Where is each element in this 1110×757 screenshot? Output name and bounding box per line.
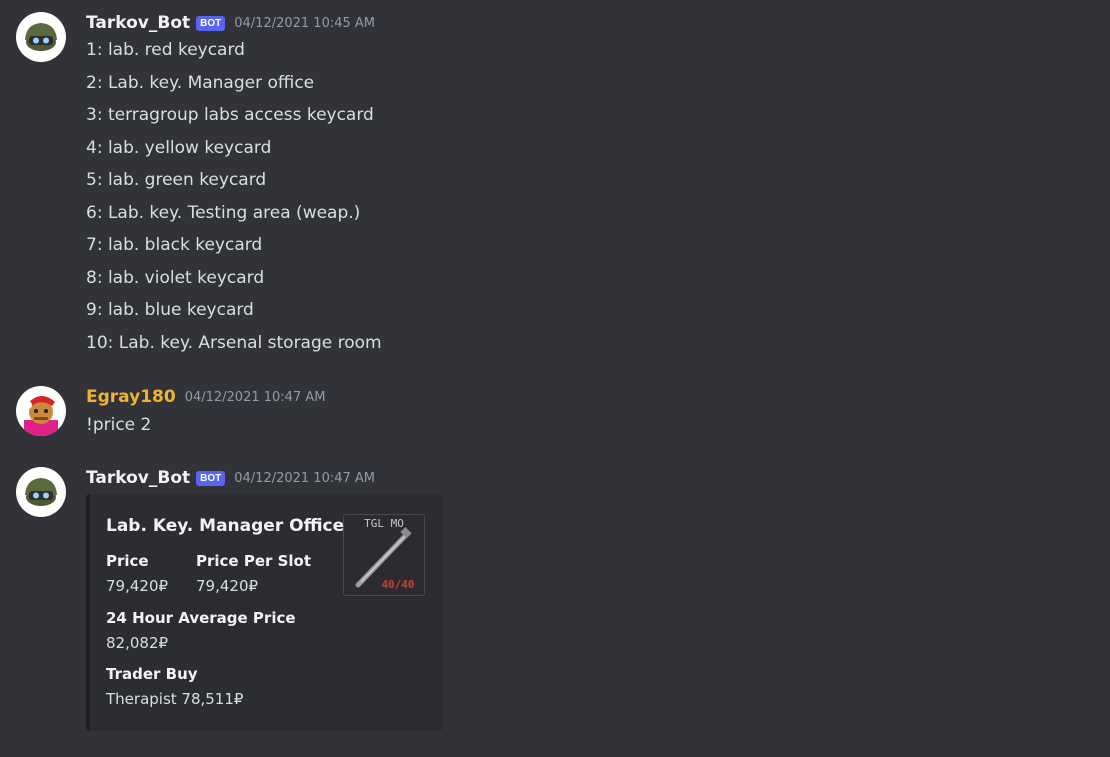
message-header: Egray180 04/12/2021 10:47 AM <box>86 386 325 408</box>
field-name-avg-price: 24 Hour Average Price <box>106 609 296 627</box>
timestamp[interactable]: 04/12/2021 10:47 AM <box>185 390 326 405</box>
timestamp[interactable]: 04/12/2021 10:47 AM <box>234 471 375 486</box>
price-embed: Lab. Key. Manager Office Price 79,420₽ P… <box>86 494 443 731</box>
message-line: 6: Lab. key. Testing area (weap.) <box>86 202 361 223</box>
message-line: !price 2 <box>86 415 152 435</box>
username[interactable]: Tarkov_Bot <box>86 13 190 33</box>
message-header: Tarkov_Bot BOT 04/12/2021 10:45 AM <box>86 12 375 34</box>
message-line: 3: terragroup labs access keycard <box>86 105 374 125</box>
message-header: Tarkov_Bot BOT 04/12/2021 10:47 AM <box>86 467 375 489</box>
thumbnail-label: TGL MO <box>364 517 404 530</box>
timestamp[interactable]: 04/12/2021 10:45 AM <box>234 16 375 31</box>
egray180-avatar[interactable] <box>16 386 66 436</box>
message-line: 4: lab. yellow keycard <box>86 137 272 158</box>
field-name-trader-buy: Trader Buy <box>106 665 198 683</box>
message-line: 7: lab. black keycard <box>86 235 263 255</box>
thumbnail-durability: 40/40 <box>381 578 414 591</box>
bot-badge: BOT <box>196 470 226 486</box>
helmet-avatar-icon <box>16 12 66 62</box>
message-line: 5: lab. green keycard <box>86 170 267 190</box>
bot-badge: BOT <box>196 15 226 31</box>
tarkov-bot-avatar[interactable] <box>16 12 66 62</box>
helmet-avatar-icon <box>16 467 66 517</box>
message-line: 10: Lab. key. Arsenal storage room <box>86 332 382 353</box>
message-content: 1: lab. red keycard 2: Lab. key. Manager… <box>86 39 382 364</box>
tarkov-bot-avatar[interactable] <box>16 467 66 517</box>
field-name-price: Price <box>106 552 149 570</box>
cartoon-avatar-icon <box>16 386 66 436</box>
username[interactable]: Tarkov_Bot <box>86 468 190 488</box>
field-value-avg-price: 82,082₽ <box>106 634 169 652</box>
field-name-price-per-slot: Price Per Slot <box>196 552 312 570</box>
username[interactable]: Egray180 <box>86 387 176 407</box>
key-thumbnail-art: TGL MO 40/40 <box>344 515 424 595</box>
embed-title: Lab. Key. Manager Office <box>106 516 345 536</box>
message-line: 2: Lab. key. Manager office <box>86 72 315 93</box>
message-line: 9: lab. blue keycard <box>86 300 254 320</box>
field-value-price: 79,420₽ <box>106 577 169 595</box>
field-value-trader-buy: Therapist 78,511₽ <box>106 690 244 708</box>
message-line: 8: lab. violet keycard <box>86 267 265 288</box>
embed-thumbnail[interactable]: TGL MO 40/40 <box>343 514 425 596</box>
field-value-price-per-slot: 79,420₽ <box>196 577 259 595</box>
message-content: !price 2 <box>86 414 151 447</box>
message-line: 1: lab. red keycard <box>86 40 245 60</box>
